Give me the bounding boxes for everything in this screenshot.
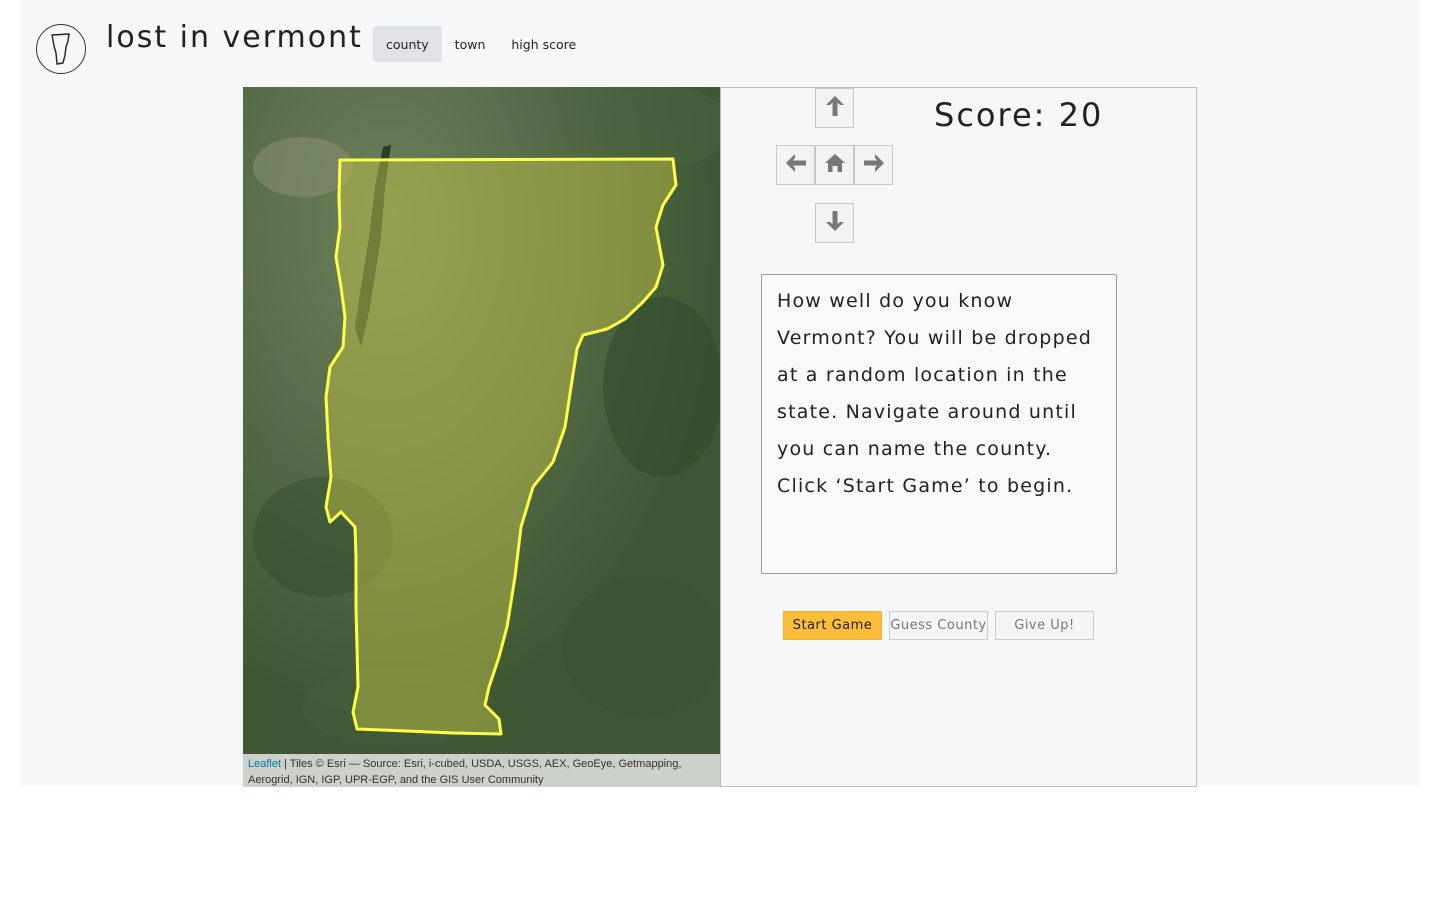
home-icon: [823, 151, 847, 179]
move-right-button[interactable]: [854, 145, 893, 185]
satellite-map[interactable]: Leaflet | Tiles © Esri — Source: Esri, i…: [243, 87, 720, 787]
instructions-box: How well do you know Vermont? You will b…: [761, 274, 1117, 574]
map-attribution: Leaflet | Tiles © Esri — Source: Esri, i…: [243, 754, 720, 787]
move-up-button[interactable]: [815, 88, 854, 128]
vermont-logo-icon[interactable]: [36, 24, 86, 74]
tab-town[interactable]: town: [442, 26, 499, 62]
tab-high-score[interactable]: high score: [498, 26, 589, 62]
tab-county[interactable]: county: [373, 26, 442, 62]
score-display: Score: 20: [934, 96, 1104, 134]
arrow-down-icon: [823, 209, 847, 237]
give-up-button[interactable]: Give Up!: [995, 611, 1094, 640]
leaflet-link[interactable]: Leaflet: [248, 758, 281, 770]
arrow-up-icon: [823, 94, 847, 122]
app-title: lost in vermont: [106, 20, 363, 55]
nav-tabs: county town high score: [373, 26, 589, 62]
guess-county-button[interactable]: Guess County: [889, 611, 988, 640]
home-button[interactable]: [815, 145, 854, 185]
arrow-left-icon: [784, 151, 808, 179]
start-game-button[interactable]: Start Game: [783, 611, 882, 640]
attribution-text: | Tiles © Esri — Source: Esri, i-cubed, …: [248, 758, 682, 786]
move-left-button[interactable]: [776, 145, 815, 185]
arrow-right-icon: [862, 151, 886, 179]
move-down-button[interactable]: [815, 203, 854, 243]
